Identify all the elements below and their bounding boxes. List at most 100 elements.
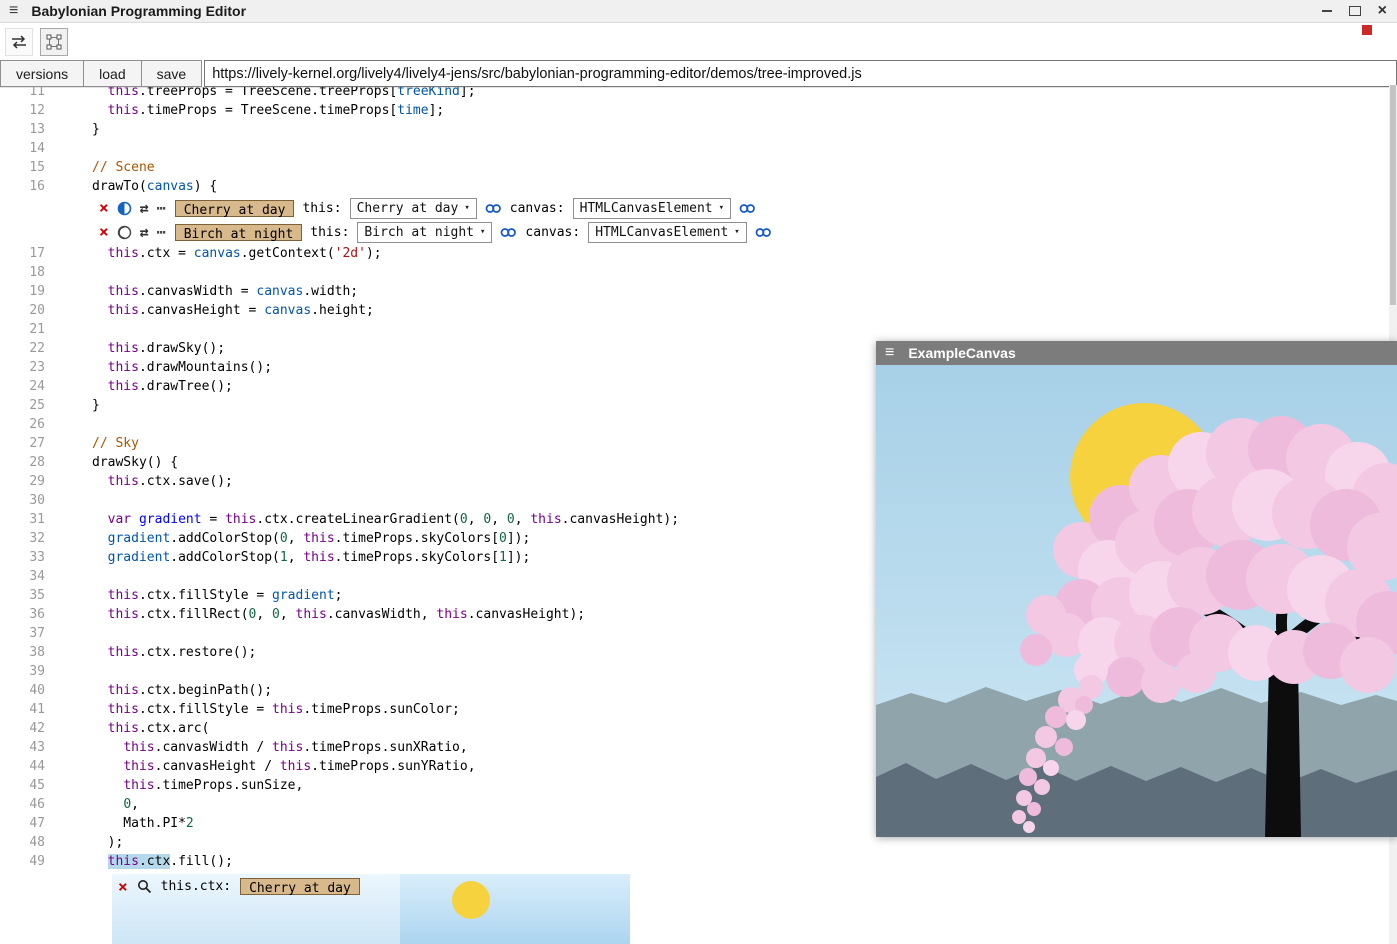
code-text: );: [92, 835, 123, 850]
line-number: 19: [0, 282, 45, 301]
code-line[interactable]: 49 this.ctx.fill();: [0, 852, 1389, 871]
code-text: this.canvasWidth = canvas.width;: [92, 284, 358, 299]
line-number: 49: [0, 852, 45, 871]
code-text: this.canvasHeight / this.timeProps.sunYR…: [92, 759, 476, 774]
code-text: drawSky() {: [92, 455, 178, 470]
swap-arrows-icon: [10, 35, 28, 49]
code-line[interactable]: 17 this.ctx = canvas.getContext('2d');: [0, 244, 1389, 263]
code-line[interactable]: 18: [0, 263, 1389, 282]
close-icon[interactable]: ×: [1378, 2, 1387, 20]
inspect-icon[interactable]: [137, 879, 152, 894]
line-number: 29: [0, 472, 45, 491]
code-text: // Sky: [92, 436, 139, 451]
code-text: gradient.addColorStop(1, this.timeProps.…: [92, 550, 530, 565]
code-line[interactable]: 14: [0, 139, 1389, 158]
code-text: this.timeProps.sunSize,: [92, 778, 303, 793]
selection-tool-button[interactable]: [40, 28, 68, 56]
window-controls: ×: [1322, 0, 1387, 22]
code-line[interactable]: 11 this.treeProps = TreeScene.treeProps[…: [0, 87, 1389, 101]
minimize-icon[interactable]: [1322, 10, 1332, 13]
code-line[interactable]: 13}: [0, 120, 1389, 139]
line-number: 42: [0, 719, 45, 738]
line-number: 12: [0, 101, 45, 120]
link-icon[interactable]: [500, 226, 517, 239]
line-number: 24: [0, 377, 45, 396]
example-canvas-titlebar[interactable]: ≡ ExampleCanvas: [876, 341, 1397, 365]
url-input[interactable]: [204, 60, 1397, 87]
code-text: this.treeProps = TreeScene.treeProps[tre…: [92, 87, 476, 99]
canvas-value-select[interactable]: HTMLCanvasElement ▾: [573, 198, 731, 219]
chevron-down-icon: ▾: [719, 203, 724, 213]
canvas-label: canvas:: [510, 201, 565, 216]
code-line[interactable]: 21: [0, 320, 1389, 339]
close-probe-icon[interactable]: ×: [118, 879, 128, 895]
line-number: 44: [0, 757, 45, 776]
this-value-select[interactable]: Cherry at day ▾: [350, 198, 477, 219]
line-number: 11: [0, 87, 45, 101]
line-number: 30: [0, 491, 45, 510]
code-line[interactable]: 19 this.canvasWidth = canvas.width;: [0, 282, 1389, 301]
code-line[interactable]: 12 this.timeProps = TreeScene.timeProps[…: [0, 101, 1389, 120]
link-icon[interactable]: [485, 202, 502, 215]
trace-icon[interactable]: ⇄: [140, 225, 149, 240]
menu-icon[interactable]: ≡: [9, 3, 18, 19]
chevron-down-icon: ▾: [464, 203, 469, 213]
load-button[interactable]: load: [83, 60, 141, 87]
line-number: 16: [0, 177, 45, 196]
this-value-text: Cherry at day: [357, 201, 459, 216]
versions-button[interactable]: versions: [0, 60, 84, 87]
more-options-icon[interactable]: ⋯: [157, 201, 167, 216]
example-name-button[interactable]: Birch at night: [175, 224, 303, 241]
line-number: 34: [0, 567, 45, 586]
line-number: 18: [0, 263, 45, 282]
sun-preview: [452, 881, 490, 919]
line-number: 27: [0, 434, 45, 453]
scrollbar-thumb[interactable]: [1390, 85, 1396, 305]
this-label: this:: [310, 225, 349, 240]
chevron-down-icon: ▾: [734, 227, 739, 237]
example-inactive-toggle-icon[interactable]: [117, 225, 132, 240]
example-canvas-window[interactable]: ≡ ExampleCanvas: [876, 341, 1397, 837]
example-probe-block: × ⇄ ⋯ Cherry at day this: Cherry at day …: [99, 196, 1389, 244]
tree-scene-canvas: [876, 365, 1397, 837]
code-text: this.ctx = canvas.getContext('2d');: [92, 246, 382, 261]
code-text: this.ctx.beginPath();: [92, 683, 272, 698]
unsaved-changes-indicator: [1362, 25, 1372, 35]
more-options-icon[interactable]: ⋯: [157, 225, 167, 240]
save-button[interactable]: save: [141, 60, 203, 87]
line-number: 41: [0, 700, 45, 719]
code-text: // Scene: [92, 160, 155, 175]
this-value-select[interactable]: Birch at night ▾: [357, 222, 492, 243]
line-number: 40: [0, 681, 45, 700]
link-icon[interactable]: [739, 202, 756, 215]
code-line[interactable]: 15 // Scene: [0, 158, 1389, 177]
menu-icon[interactable]: ≡: [885, 345, 894, 361]
code-text: this.drawMountains();: [92, 360, 272, 375]
maximize-icon[interactable]: [1349, 6, 1361, 16]
code-line[interactable]: 16drawTo(canvas) {: [0, 177, 1389, 196]
example-probe-row: × ⇄ ⋯ Birch at night this: Birch at nigh…: [99, 220, 1389, 244]
file-toolbar: versions load save: [0, 60, 1397, 88]
close-example-icon[interactable]: ×: [99, 200, 109, 216]
trace-icon[interactable]: ⇄: [140, 201, 149, 216]
line-number: 36: [0, 605, 45, 624]
code-line[interactable]: 20 this.canvasHeight = canvas.height;: [0, 301, 1389, 320]
this-label: this:: [302, 201, 341, 216]
example-name-button[interactable]: Cherry at day: [240, 878, 360, 895]
code-text: this.timeProps = TreeScene.timeProps[tim…: [92, 103, 444, 118]
code-text: this.drawTree();: [92, 379, 233, 394]
canvas-value-select[interactable]: HTMLCanvasElement ▾: [588, 222, 746, 243]
link-icon[interactable]: [755, 226, 772, 239]
close-example-icon[interactable]: ×: [99, 224, 109, 240]
line-number: 39: [0, 662, 45, 681]
line-number: 13: [0, 120, 45, 139]
marquee-icon: [46, 34, 62, 50]
line-number: 15: [0, 158, 45, 177]
line-number: 21: [0, 320, 45, 339]
example-active-toggle-icon[interactable]: [117, 201, 132, 216]
swap-connections-button[interactable]: [5, 28, 33, 56]
line-number: 32: [0, 529, 45, 548]
line-number: 47: [0, 814, 45, 833]
example-name-button[interactable]: Cherry at day: [175, 200, 295, 217]
line-number: 48: [0, 833, 45, 852]
